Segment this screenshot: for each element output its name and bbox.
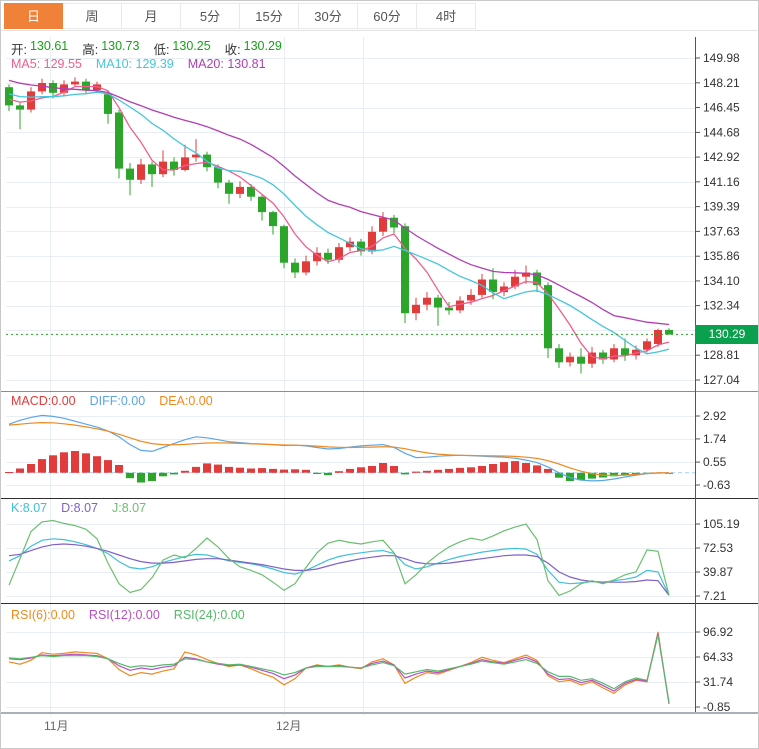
d-value: D:8.07 bbox=[61, 501, 98, 515]
ma20-value: MA20: 130.81 bbox=[187, 57, 266, 71]
svg-text:12月: 12月 bbox=[276, 719, 301, 733]
svg-text:2.92: 2.92 bbox=[703, 409, 727, 423]
high-value: 130.73 bbox=[101, 39, 140, 53]
rsi12-value: RSI(12):0.00 bbox=[88, 608, 160, 622]
svg-text:31.74: 31.74 bbox=[703, 675, 733, 689]
ma10-value: MA10: 129.39 bbox=[95, 57, 174, 71]
svg-text:142.92: 142.92 bbox=[703, 150, 740, 164]
macd-value: MACD:0.00 bbox=[11, 394, 76, 408]
ma-readout: MA5: 129.55 MA10: 129.39 MA20: 130.81 bbox=[11, 57, 266, 71]
open-label: 开: bbox=[11, 43, 27, 57]
rsi24-value: RSI(24):0.00 bbox=[173, 608, 245, 622]
diff-value: DIFF:0.00 bbox=[89, 394, 146, 408]
svg-text:132.34: 132.34 bbox=[703, 299, 740, 313]
close-value: 130.29 bbox=[243, 39, 282, 53]
kdj-readout: K:8.07 D:8.07 J:8.07 bbox=[11, 501, 146, 515]
low-readout: 低: 130.25 bbox=[153, 39, 210, 58]
high-readout: 高: 130.73 bbox=[82, 39, 139, 58]
svg-text:7.21: 7.21 bbox=[703, 589, 727, 603]
tab-day[interactable]: 日 bbox=[4, 3, 63, 29]
tab-60min[interactable]: 60分 bbox=[358, 3, 417, 29]
low-label: 低: bbox=[153, 43, 170, 57]
tab-15min[interactable]: 15分 bbox=[240, 3, 299, 29]
ma5-value: MA5: 129.55 bbox=[11, 57, 82, 71]
chart-canvas[interactable]: 149.98 148.21 146.45 144.68 142.92 141.16 139.… bbox=[1, 1, 759, 749]
svg-text:141.16: 141.16 bbox=[703, 175, 740, 189]
tab-week[interactable]: 周 bbox=[63, 3, 122, 29]
svg-text:128.81: 128.81 bbox=[703, 348, 740, 362]
close-label: 收: bbox=[224, 43, 241, 57]
stock-chart-app: 日 周 月 5分 15分 30分 60分 4时 149.98 148.21 146.… bbox=[0, 0, 759, 749]
svg-text:139.39: 139.39 bbox=[703, 200, 740, 214]
current-price-badge: 130.29 bbox=[695, 325, 758, 344]
tab-month[interactable]: 月 bbox=[122, 3, 181, 29]
period-tabbar: 日 周 月 5分 15分 30分 60分 4时 bbox=[1, 1, 758, 31]
svg-text:135.86: 135.86 bbox=[703, 249, 740, 263]
high-label: 高: bbox=[82, 43, 99, 57]
svg-text:148.21: 148.21 bbox=[703, 76, 740, 90]
svg-text:39.87: 39.87 bbox=[703, 565, 733, 579]
j-value: J:8.07 bbox=[111, 501, 147, 515]
tab-30min[interactable]: 30分 bbox=[299, 3, 358, 29]
dea-value: DEA:0.00 bbox=[159, 394, 213, 408]
svg-text:72.53: 72.53 bbox=[703, 541, 733, 555]
svg-text:137.63: 137.63 bbox=[703, 224, 740, 238]
svg-text:11月: 11月 bbox=[44, 719, 68, 733]
svg-text:-0.85: -0.85 bbox=[703, 700, 731, 714]
tab-4hour[interactable]: 4时 bbox=[417, 3, 476, 29]
svg-text:0.55: 0.55 bbox=[703, 455, 727, 469]
rsi-readout: RSI(6):0.00 RSI(12):0.00 RSI(24):0.00 bbox=[11, 608, 245, 622]
svg-text:64.33: 64.33 bbox=[703, 650, 733, 664]
rsi6-value: RSI(6):0.00 bbox=[11, 608, 75, 622]
open-readout: 开: 130.61 bbox=[11, 39, 68, 58]
tab-5min[interactable]: 5分 bbox=[181, 3, 240, 29]
close-readout: 收: 130.29 bbox=[225, 39, 282, 58]
svg-text:96.92: 96.92 bbox=[703, 625, 733, 639]
svg-text:149.98: 149.98 bbox=[703, 51, 740, 65]
svg-text:-0.63: -0.63 bbox=[703, 478, 731, 492]
ohlc-readout: 开: 130.61 高: 130.73 低: 130.25 收: 130.29 bbox=[11, 39, 282, 58]
macd-readout: MACD:0.00 DIFF:0.00 DEA:0.00 bbox=[11, 394, 213, 408]
svg-text:146.45: 146.45 bbox=[703, 101, 740, 115]
svg-text:105.19: 105.19 bbox=[703, 517, 740, 531]
open-value: 130.61 bbox=[29, 39, 69, 53]
low-value: 130.25 bbox=[172, 39, 211, 53]
k-value: K:8.07 bbox=[11, 501, 48, 515]
svg-text:1.74: 1.74 bbox=[703, 432, 727, 446]
svg-text:134.10: 134.10 bbox=[703, 274, 740, 288]
svg-text:144.68: 144.68 bbox=[703, 125, 740, 139]
svg-text:127.04: 127.04 bbox=[703, 373, 740, 387]
